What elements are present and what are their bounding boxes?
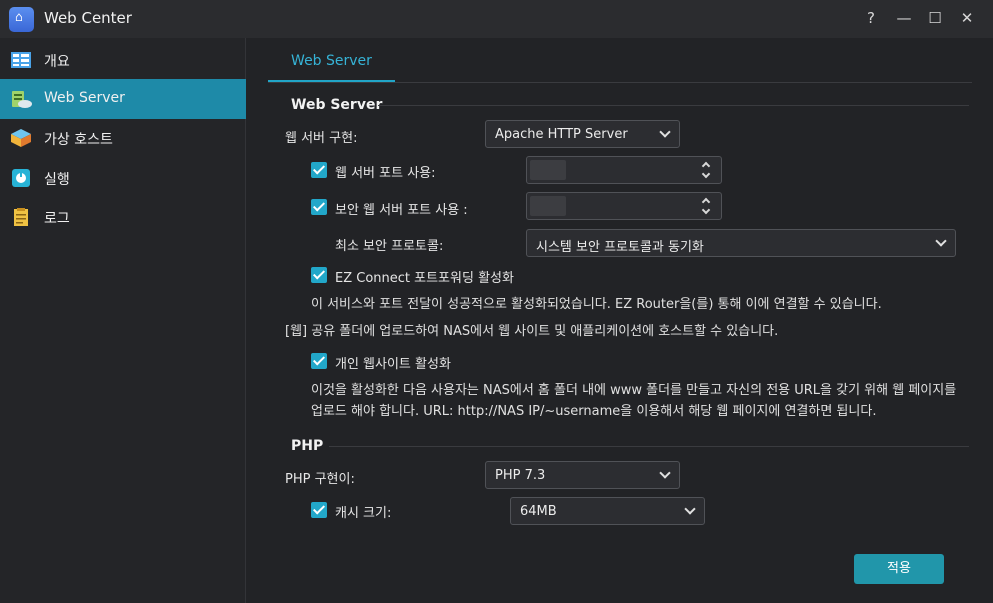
chevron-down-icon[interactable] (701, 169, 711, 179)
personal-site-checkbox[interactable] (311, 353, 327, 369)
sidebar-item-label: 개요 (44, 54, 70, 70)
overview-icon (11, 52, 31, 68)
min-protocol-label: 최소 보안 프로토콜: (335, 239, 444, 254)
maximize-icon[interactable]: ☐ (925, 8, 945, 28)
ez-connect-checkbox[interactable] (311, 267, 327, 283)
help-icon[interactable]: ? (861, 8, 881, 28)
chevron-down-icon (659, 467, 671, 479)
sidebar-item-overview[interactable]: 개요 (0, 40, 246, 80)
title-bar: ⌂ Web Center ? — ☐ ✕ (0, 0, 993, 38)
chevron-down-icon[interactable] (701, 205, 711, 215)
tab-divider (268, 82, 972, 83)
window-title: Web Center (44, 9, 132, 27)
chevron-down-icon (659, 126, 671, 138)
web-server-section-title: Web Server (291, 97, 383, 113)
section-divider (378, 105, 969, 106)
web-port-checkbox[interactable] (311, 162, 327, 178)
sidebar-item-label: 로그 (44, 211, 70, 227)
minimize-icon[interactable]: — (894, 8, 914, 28)
port-value-redacted (530, 160, 566, 180)
cache-size-label: 캐시 크기: (335, 506, 392, 521)
sidebar-item-web-server[interactable]: Web Server (0, 79, 246, 119)
secure-port-label: 보안 웹 서버 포트 사용 : (335, 203, 468, 218)
ez-connect-label: EZ Connect 포트포워딩 활성화 (335, 271, 514, 286)
apply-button[interactable]: 적용 (854, 554, 944, 584)
web-server-impl-select[interactable]: Apache HTTP Server (485, 120, 680, 148)
sidebar: 개요 Web Server 가상 호스트 실행 로그 (0, 38, 246, 603)
sidebar-item-label: 실행 (44, 172, 70, 188)
cache-size-select[interactable]: 64MB (510, 497, 705, 525)
ez-connect-note: 이 서비스와 포트 전달이 성공적으로 활성화되었습니다. EZ Router을… (311, 297, 882, 312)
php-section-title: PHP (291, 438, 324, 454)
chevron-down-icon (935, 235, 947, 247)
web-server-icon (12, 91, 32, 108)
personal-site-note: 이것을 활성화한 다음 사용자는 NAS에서 홈 폴더 내에 www 폴더를 만… (311, 383, 957, 419)
web-port-stepper[interactable] (526, 156, 722, 184)
php-impl-select[interactable]: PHP 7.3 (485, 461, 680, 489)
section-divider (329, 446, 969, 447)
share-folder-note: [웹] 공유 폴더에 업로드하여 NAS에서 웹 사이트 및 애플리케이션에 호… (285, 324, 779, 339)
main-panel: Web Server Web Server 웹 서버 구현: Apache HT… (247, 38, 993, 603)
close-icon[interactable]: ✕ (957, 8, 977, 28)
tab-web-server[interactable]: Web Server (268, 48, 395, 83)
web-server-impl-value: Apache HTTP Server (495, 127, 628, 142)
sidebar-item-log[interactable]: 로그 (0, 197, 246, 237)
min-protocol-select[interactable]: 시스템 보안 프로토콜과 동기화 (526, 229, 956, 257)
php-impl-label: PHP 구현이: (285, 472, 355, 487)
cache-checkbox[interactable] (311, 502, 327, 518)
chevron-down-icon (684, 503, 696, 515)
log-icon (14, 208, 28, 226)
port-value-redacted (530, 196, 566, 216)
web-center-app-icon: ⌂ (9, 7, 34, 32)
min-protocol-value: 시스템 보안 프로토콜과 동기화 (536, 240, 704, 255)
personal-site-label: 개인 웹사이트 활성화 (335, 357, 451, 372)
secure-port-checkbox[interactable] (311, 199, 327, 215)
secure-port-stepper[interactable] (526, 192, 722, 220)
sidebar-item-label: Web Server (44, 90, 125, 106)
sidebar-item-execute[interactable]: 실행 (0, 158, 246, 198)
web-port-label: 웹 서버 포트 사용: (335, 166, 436, 181)
sidebar-item-label: 가상 호스트 (44, 132, 113, 148)
virtual-host-icon (11, 129, 31, 147)
cache-size-value: 64MB (520, 504, 557, 519)
web-server-impl-label: 웹 서버 구현: (285, 131, 358, 146)
execute-icon (12, 169, 30, 187)
php-impl-value: PHP 7.3 (495, 468, 546, 483)
sidebar-item-virtual-host[interactable]: 가상 호스트 (0, 118, 246, 158)
